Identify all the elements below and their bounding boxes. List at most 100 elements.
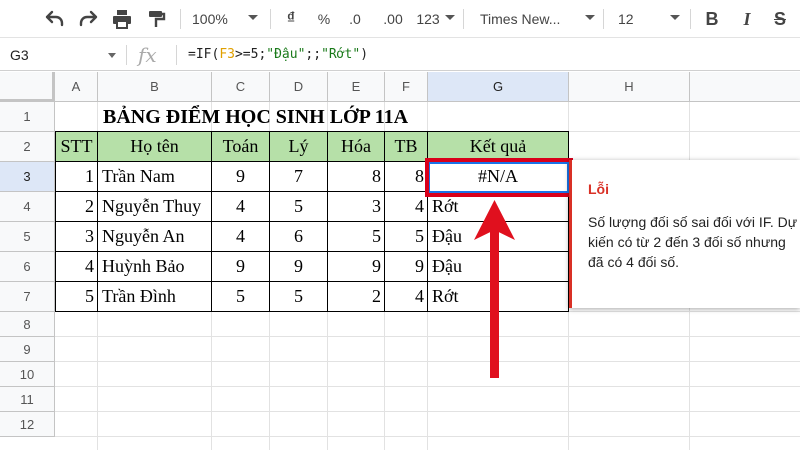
tooltip-title: Lỗi (588, 181, 609, 197)
table-cell[interactable]: 5 (385, 222, 428, 252)
strikethrough-button[interactable]: S (768, 6, 792, 32)
table-cell[interactable]: 8 (328, 162, 385, 192)
table-cell[interactable]: 4 (385, 282, 428, 312)
column-header-h[interactable]: H (569, 72, 690, 102)
row-header-1[interactable]: 1 (0, 102, 55, 132)
row-header-4[interactable]: 4 (0, 192, 55, 222)
table-cell[interactable]: Huỳnh Bảo (98, 252, 212, 282)
spreadsheet-grid[interactable]: A B C D E F G H 1 2 3 4 5 6 7 8 9 10 11 … (0, 72, 800, 450)
function-icon: fx (138, 43, 157, 67)
header-cell-average[interactable]: TB (385, 132, 428, 162)
gridline (55, 436, 800, 437)
header-cell-math[interactable]: Toán (212, 132, 270, 162)
italic-button[interactable]: I (735, 6, 759, 32)
paint-format-icon[interactable] (142, 6, 170, 32)
column-header-a[interactable]: A (55, 72, 98, 102)
table-cell[interactable]: 3 (56, 222, 98, 252)
table-cell[interactable]: Nguyễn Thuy (98, 192, 212, 222)
row-header-6[interactable]: 6 (0, 252, 55, 282)
column-header-g[interactable]: G (428, 72, 569, 102)
table-cell[interactable]: 6 (270, 222, 328, 252)
header-cell-name[interactable]: Họ tên (98, 132, 212, 162)
column-header-d[interactable]: D (270, 72, 328, 102)
gridline (55, 361, 800, 362)
zoom-value: 100% (192, 11, 228, 27)
row-header-8[interactable]: 8 (0, 312, 55, 337)
toolbar-divider (270, 9, 271, 29)
table-cell[interactable]: 4 (56, 252, 98, 282)
header-cell-chemistry[interactable]: Hóa (328, 132, 385, 162)
name-box[interactable]: G3 (10, 47, 29, 63)
table-cell[interactable]: 4 (212, 192, 270, 222)
toolbar-divider (463, 9, 464, 29)
chevron-down-icon (108, 53, 116, 58)
table-cell[interactable]: 2 (328, 282, 385, 312)
header-cell-result[interactable]: Kết quả (428, 132, 569, 162)
table-cell[interactable]: 9 (270, 252, 328, 282)
toolbar-divider (180, 9, 181, 29)
zoom-select[interactable]: 100% (192, 6, 238, 32)
error-tooltip: Lỗi Số lượng đối số sai đối với IF. Dự k… (569, 160, 800, 308)
toolbar-divider (690, 9, 691, 29)
sheet-title[interactable]: BẢNG ĐIỂM HỌC SINH LỚP 11A (98, 102, 568, 132)
table-cell[interactable]: 9 (385, 252, 428, 282)
table-cell[interactable]: Trần Nam (98, 162, 212, 192)
decrease-decimal-button[interactable]: .0 (342, 6, 368, 32)
row-header-11[interactable]: 11 (0, 387, 55, 412)
chevron-down-icon (445, 15, 455, 20)
row-header-10[interactable]: 10 (0, 362, 55, 387)
row-header-9[interactable]: 9 (0, 337, 55, 362)
column-header-f[interactable]: F (385, 72, 428, 102)
table-cell[interactable]: Trần Đình (98, 282, 212, 312)
undo-icon[interactable] (40, 6, 68, 32)
table-cell[interactable]: 5 (328, 222, 385, 252)
redo-icon[interactable] (75, 6, 103, 32)
toolbar-divider (603, 9, 604, 29)
row-header-12[interactable]: 12 (0, 412, 55, 437)
chevron-down-icon (585, 15, 595, 20)
chevron-down-icon (670, 15, 680, 20)
table-cell[interactable]: Rớt (428, 282, 569, 312)
column-header-c[interactable]: C (212, 72, 270, 102)
font-select[interactable]: Times New... (480, 6, 580, 32)
row-header-7[interactable]: 7 (0, 282, 55, 312)
print-icon[interactable] (108, 6, 136, 32)
column-header-b[interactable]: B (98, 72, 212, 102)
table-cell[interactable]: 9 (212, 252, 270, 282)
row-header-5[interactable]: 5 (0, 222, 55, 252)
table-cell[interactable]: 5 (270, 192, 328, 222)
table-cell[interactable]: 5 (56, 282, 98, 312)
row-header-3[interactable]: 3 (0, 162, 55, 192)
table-cell[interactable]: 8 (385, 162, 428, 192)
table-cell[interactable]: Rớt (428, 192, 569, 222)
formula-bar: G3 fx =IF(F3>=5;"Đậu";;"Rớt") (0, 39, 800, 71)
table-cell[interactable]: Đậu (428, 222, 569, 252)
increase-decimal-button[interactable]: .00 (378, 6, 408, 32)
table-cell[interactable]: 7 (270, 162, 328, 192)
currency-format-button[interactable]: ₫ (280, 6, 302, 32)
table-cell[interactable]: 1 (56, 162, 98, 192)
header-cell-stt[interactable]: STT (56, 132, 98, 162)
table-cell[interactable]: 2 (56, 192, 98, 222)
percent-format-button[interactable]: % (313, 6, 335, 32)
table-cell[interactable]: 4 (212, 222, 270, 252)
formula-input[interactable]: =IF(F3>=5;"Đậu";;"Rớt") (188, 47, 368, 62)
more-formats-button[interactable]: 123 (414, 6, 442, 32)
table-cell[interactable]: 3 (328, 192, 385, 222)
bold-button[interactable]: B (700, 6, 724, 32)
column-header-blank (690, 72, 800, 102)
column-header-e[interactable]: E (328, 72, 385, 102)
row-header-2[interactable]: 2 (0, 132, 55, 162)
table-cell[interactable]: 9 (328, 252, 385, 282)
table-cell[interactable]: 4 (385, 192, 428, 222)
table-cell[interactable]: 9 (212, 162, 270, 192)
table-cell[interactable]: Nguyễn An (98, 222, 212, 252)
table-cell[interactable]: 5 (212, 282, 270, 312)
error-cell-g3[interactable]: #N/A (428, 162, 569, 192)
header-cell-physics[interactable]: Lý (270, 132, 328, 162)
table-cell[interactable]: Đậu (428, 252, 569, 282)
font-size-select[interactable]: 12 (618, 6, 658, 32)
gridline (55, 411, 800, 412)
select-all-corner[interactable] (0, 72, 55, 102)
table-cell[interactable]: 5 (270, 282, 328, 312)
